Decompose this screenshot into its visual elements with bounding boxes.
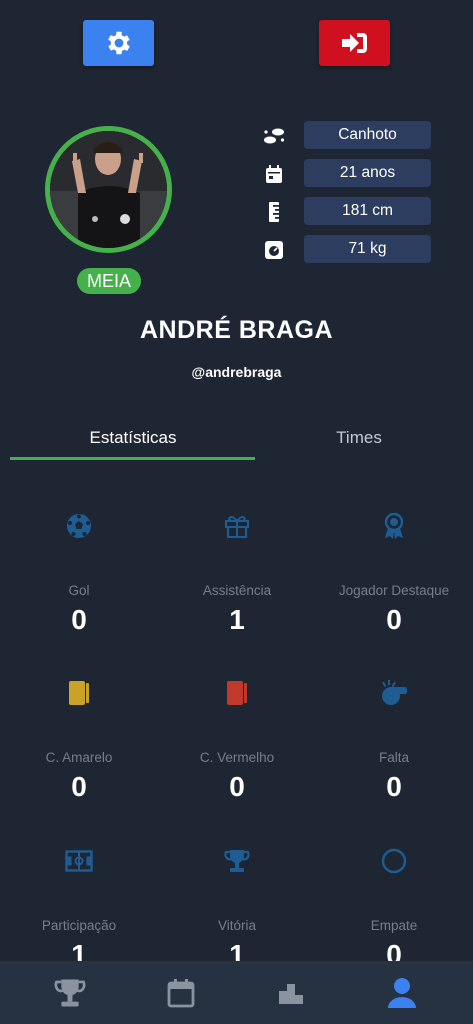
ruler-icon (262, 201, 286, 223)
stat-label: Empate (370, 918, 418, 933)
red-card-icon (158, 678, 316, 708)
stat-fouls: Falta 0 (315, 678, 473, 803)
logout-button[interactable] (319, 20, 390, 66)
nav-profile[interactable] (343, 961, 461, 1024)
stat-label: Falta (378, 750, 409, 765)
stat-yellow-cards: C. Amarelo 0 (0, 678, 158, 803)
height-value: 181 cm (304, 197, 431, 225)
tab-statistics[interactable]: Estatísticas (10, 428, 256, 448)
soccer-field-icon (0, 846, 158, 876)
stat-value: 0 (71, 604, 87, 635)
stat-participation: Participação 1 (0, 846, 158, 971)
nav-calendar[interactable] (122, 961, 240, 1024)
profile-photo (45, 126, 172, 253)
weight-value: 71 kg (304, 235, 431, 263)
stat-highlight-player: Jogador Destaque 0 (315, 511, 473, 636)
info-row-weight: 71 kg (262, 235, 432, 263)
tab-teams[interactable]: Times (236, 428, 473, 448)
position-badge: MEIA (77, 268, 141, 294)
stat-value: 0 (386, 604, 402, 635)
stat-value: 0 (386, 771, 402, 802)
settings-button[interactable] (83, 20, 154, 66)
footsteps-icon (262, 125, 286, 147)
stat-draws: Empate 0 (315, 846, 473, 971)
sign-out-icon (341, 33, 367, 53)
award-icon (315, 511, 473, 541)
stat-value: 0 (71, 771, 87, 802)
podium-icon (279, 983, 303, 1004)
stat-red-cards: C. Vermelho 0 (158, 678, 316, 803)
age-value: 21 anos (304, 159, 431, 187)
player-silhouette (50, 131, 167, 248)
info-row-age: 21 anos (262, 159, 432, 187)
stat-label: Assistência (202, 583, 272, 598)
active-tab-indicator (10, 457, 255, 460)
player-handle: @andrebraga (191, 364, 282, 380)
trophy-icon (54, 978, 86, 1007)
stat-label: C. Amarelo (45, 750, 113, 765)
stat-value: 1 (229, 604, 245, 635)
trophy-icon (158, 846, 316, 876)
user-icon (388, 977, 416, 1008)
stat-label: Jogador Destaque (338, 583, 450, 598)
stat-goals: Gol 0 (0, 511, 158, 636)
bottom-navigation (0, 961, 473, 1024)
stat-label: Gol (68, 583, 90, 598)
calendar-icon (167, 978, 195, 1007)
gear-icon (107, 31, 130, 55)
gift-icon (158, 511, 316, 541)
player-name: ANDRÉ BRAGA (140, 316, 333, 344)
soccer-ball-icon (0, 511, 158, 541)
info-row-height: 181 cm (262, 197, 432, 225)
calendar-icon (262, 163, 286, 185)
info-row-foot: Canhoto (262, 121, 432, 149)
weight-scale-icon (262, 239, 286, 261)
nav-ranking[interactable] (232, 961, 350, 1024)
stat-label: Participação (41, 918, 117, 933)
nav-trophies[interactable] (11, 961, 129, 1024)
whistle-icon (315, 678, 473, 708)
foot-value: Canhoto (304, 121, 431, 149)
stat-label: C. Vermelho (199, 750, 275, 765)
yellow-card-icon (0, 678, 158, 708)
stat-label: Vitória (217, 918, 257, 933)
stat-wins: Vitória 1 (158, 846, 316, 971)
stat-assists: Assistência 1 (158, 511, 316, 636)
circle-icon (315, 846, 473, 876)
stat-value: 0 (229, 771, 245, 802)
